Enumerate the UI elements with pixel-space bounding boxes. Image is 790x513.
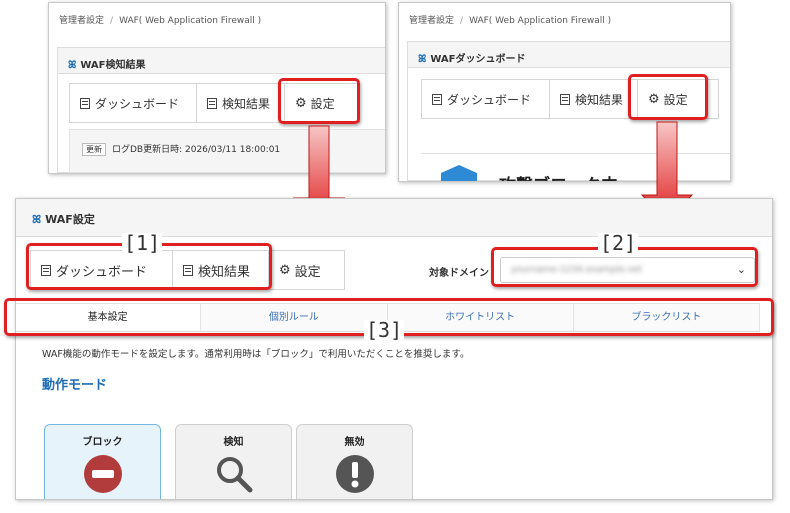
tab-label: 設定 xyxy=(294,264,321,280)
stop-icon xyxy=(83,455,122,493)
panel-title: WAF設定 xyxy=(45,213,95,226)
mode-description: WAF機能の動作モードを設定します。通常利用時は「ブロック」で利用いただくことを… xyxy=(42,349,470,360)
mode-card-disabled[interactable]: 無効 xyxy=(296,424,413,499)
exclamation-icon xyxy=(335,455,374,493)
magnifier-icon xyxy=(216,457,252,493)
mode-label: 無効 xyxy=(344,437,365,448)
mode-label: ブロック xyxy=(82,437,123,448)
callout-3: [3] xyxy=(364,318,405,342)
mode-label: 検知 xyxy=(223,437,244,448)
tab-settings[interactable]: ⚙ 設定 xyxy=(269,251,344,289)
mode-card-detect[interactable]: 検知 xyxy=(175,424,292,499)
domain-label: 対象ドメイン xyxy=(429,268,489,279)
gear-icon: ⚙ xyxy=(279,262,291,278)
mode-card-block[interactable]: ブロック xyxy=(44,424,161,499)
callout-1: [1] xyxy=(122,231,163,255)
waf-flame-icon: ꕤ xyxy=(32,213,42,226)
section-title: 動作モード xyxy=(42,378,108,393)
callout-2: [2] xyxy=(598,231,639,255)
